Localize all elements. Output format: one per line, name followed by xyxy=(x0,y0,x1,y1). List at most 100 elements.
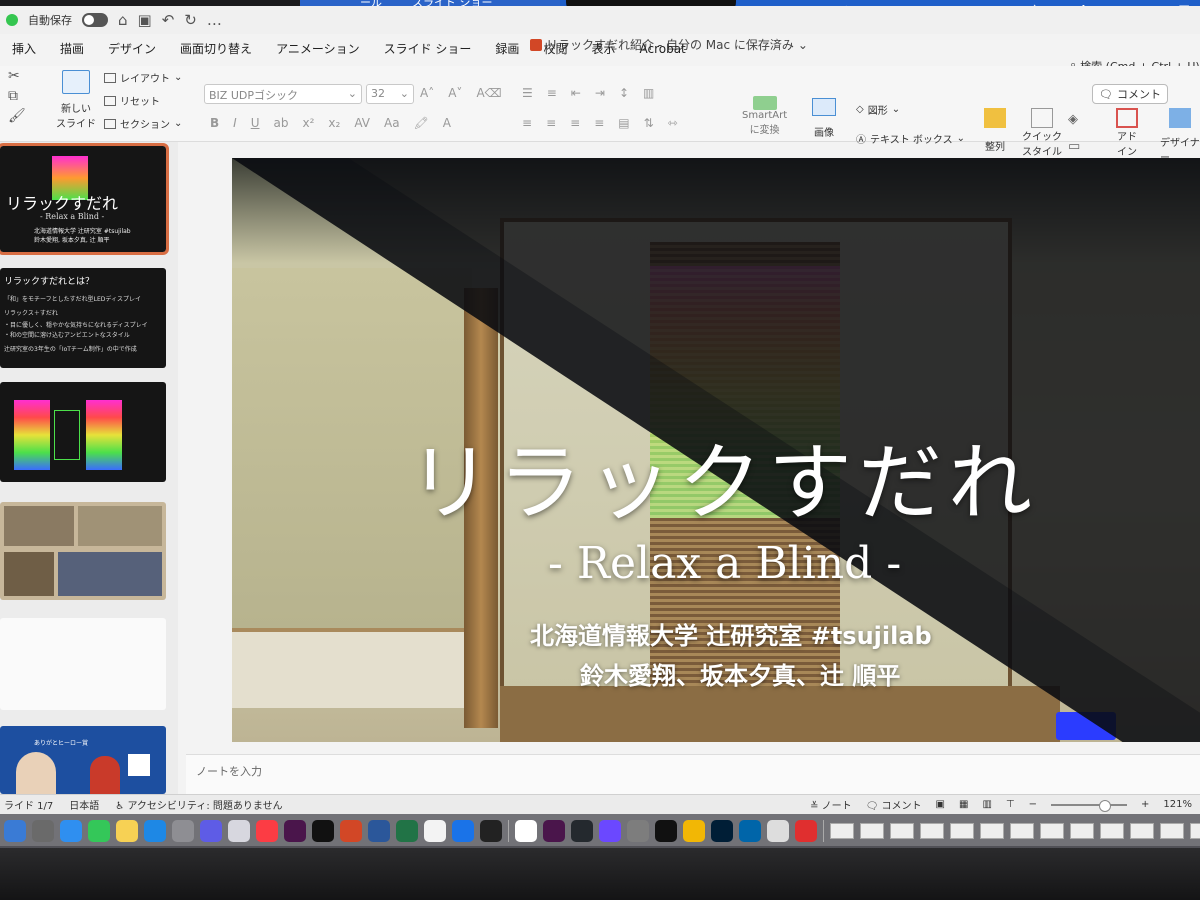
slide-thumbnail-pane[interactable]: リラックすだれ - Relax a Blind - 北海道情報大学 辻研究室 #… xyxy=(0,142,178,794)
settings-icon[interactable] xyxy=(172,820,194,842)
font-color-icon[interactable]: A xyxy=(443,116,451,130)
tab-transitions[interactable]: 画面切り替え xyxy=(168,38,264,60)
minimized-window[interactable] xyxy=(890,823,914,839)
align-left-icon[interactable]: ≡ xyxy=(522,116,532,130)
slide-thumbnail-4[interactable] xyxy=(0,502,166,600)
addins-button[interactable]: アド イン xyxy=(1116,108,1138,158)
zoom-in-icon[interactable]: + xyxy=(1141,799,1149,810)
font-size-select[interactable]: 32 ⌄ xyxy=(366,84,414,104)
shapes-button[interactable]: ◇ 図形 ⌄ xyxy=(856,102,965,117)
minimized-window[interactable] xyxy=(950,823,974,839)
slide-thumbnail-3[interactable] xyxy=(0,382,166,482)
notes-input[interactable]: ノートを入力 xyxy=(186,754,1200,794)
minimized-window[interactable] xyxy=(920,823,944,839)
minimized-window[interactable] xyxy=(980,823,1004,839)
minimized-window[interactable] xyxy=(830,823,854,839)
slide-thumbnail-6[interactable]: ありがとヒーロー賞 xyxy=(0,726,166,794)
app-icon[interactable] xyxy=(599,820,621,842)
slide-subtitle[interactable]: - Relax a Blind - xyxy=(548,538,901,589)
slide-title[interactable]: リラックすだれ xyxy=(408,416,1038,537)
tab-design[interactable]: デザイン xyxy=(96,38,168,60)
slide-thumbnail-2[interactable]: リラックすだれとは？ 「和」をモチーフとしたすだれ型LEDディスプレイ リラック… xyxy=(0,268,166,368)
underline-icon[interactable]: U xyxy=(251,116,260,130)
minimized-window[interactable] xyxy=(860,823,884,839)
app-icon[interactable] xyxy=(543,820,565,842)
superscript-icon[interactable]: x² xyxy=(302,116,314,130)
acrobat-icon[interactable] xyxy=(795,820,817,842)
language[interactable]: 日本語 xyxy=(69,797,99,812)
italic-icon[interactable]: I xyxy=(233,116,237,130)
tab-insert[interactable]: 挿入 xyxy=(0,38,48,60)
align-center-icon[interactable]: ≡ xyxy=(546,116,556,130)
textbox-button[interactable]: Ⓐ テキスト ボックス ⌄ xyxy=(856,131,965,146)
reset-button[interactable]: リセット xyxy=(104,93,182,108)
clear-format-icon[interactable]: A⌫ xyxy=(476,86,501,100)
reading-view-icon[interactable]: ▥ xyxy=(982,799,991,810)
undo-icon[interactable]: ↶ xyxy=(162,11,175,29)
designer-button[interactable]: デザイナー xyxy=(1160,108,1200,164)
chevron-down-icon[interactable]: ⌄ xyxy=(798,38,808,52)
tab-draw[interactable]: 描画 xyxy=(48,38,96,60)
windows-app-icon[interactable] xyxy=(515,820,537,842)
align-right-icon[interactable]: ≡ xyxy=(570,116,580,130)
zoom-level[interactable]: 121% xyxy=(1163,799,1192,810)
picture-button[interactable]: 画像 xyxy=(812,98,836,139)
tab-animations[interactable]: アニメーション xyxy=(264,38,372,60)
tab-record[interactable]: 録画 xyxy=(483,38,531,60)
line-spacing-icon[interactable]: ↕ xyxy=(619,86,629,100)
shape-fill-icon[interactable]: ◈ xyxy=(1068,112,1080,127)
distribute-icon[interactable]: ▤ xyxy=(618,116,629,130)
tab-view[interactable]: 表示 xyxy=(579,38,627,60)
accessibility-status[interactable]: ♿ アクセシビリティ: 問題ありません xyxy=(115,797,282,812)
activity-monitor-icon[interactable] xyxy=(312,820,334,842)
slide-authors[interactable]: 鈴木愛翔、坂本夕真、辻 順平 xyxy=(580,656,900,691)
subscript-icon[interactable]: x₂ xyxy=(328,116,340,130)
more-icon[interactable]: … xyxy=(207,11,222,29)
justify-icon[interactable]: ≡ xyxy=(594,116,604,130)
word-icon[interactable] xyxy=(368,820,390,842)
increase-indent-icon[interactable]: ⇥ xyxy=(595,86,605,100)
tab-acrobat[interactable]: Acrobat xyxy=(627,38,697,60)
music-icon[interactable] xyxy=(256,820,278,842)
autosave-toggle[interactable] xyxy=(82,13,108,27)
slide-affiliation[interactable]: 北海道情報大学 辻研究室 #tsujilab xyxy=(530,616,932,651)
strikethrough-icon[interactable]: ab xyxy=(274,116,289,130)
slide-thumbnail-1[interactable]: リラックすだれ - Relax a Blind - 北海道情報大学 辻研究室 #… xyxy=(0,143,169,255)
char-spacing-icon[interactable]: AV xyxy=(354,116,370,130)
launchpad-icon[interactable] xyxy=(32,820,54,842)
notes-app-icon[interactable] xyxy=(116,820,138,842)
change-case-icon[interactable]: Aa xyxy=(384,116,400,130)
app-icon[interactable] xyxy=(228,820,250,842)
tab-review[interactable]: 校閲 xyxy=(531,38,579,60)
bold-icon[interactable]: B xyxy=(210,116,219,130)
zoom-slider[interactable] xyxy=(1051,799,1128,812)
shape-outline-icon[interactable]: ▭ xyxy=(1068,139,1080,154)
github-icon[interactable] xyxy=(571,820,593,842)
app-icon[interactable] xyxy=(200,820,222,842)
minimized-window[interactable] xyxy=(1190,823,1200,839)
minimized-window[interactable] xyxy=(1070,823,1094,839)
bullets-icon[interactable]: ☰ xyxy=(522,86,533,100)
minimized-window[interactable] xyxy=(1100,823,1124,839)
chrome-icon[interactable] xyxy=(683,820,705,842)
zoom-out-icon[interactable]: − xyxy=(1029,799,1037,810)
photoshop-icon[interactable] xyxy=(711,820,733,842)
comments-toggle[interactable]: 🗨 コメント xyxy=(866,797,922,812)
app-icon[interactable] xyxy=(767,820,789,842)
window-zoom-button[interactable] xyxy=(6,14,18,26)
cut-icon[interactable]: ✂ xyxy=(8,68,26,84)
columns-icon[interactable]: ▥ xyxy=(643,86,654,100)
increase-font-icon[interactable]: A˄ xyxy=(420,86,434,100)
slide-thumbnail-5[interactable] xyxy=(0,618,166,710)
minimized-window[interactable] xyxy=(1130,823,1154,839)
slideshow-view-icon[interactable]: ⊤ xyxy=(1006,799,1015,810)
terminal-icon[interactable] xyxy=(655,820,677,842)
facetime-icon[interactable] xyxy=(88,820,110,842)
decrease-font-icon[interactable]: A˅ xyxy=(448,86,462,100)
layout-button[interactable]: レイアウト ⌄ xyxy=(104,70,182,85)
minimized-window[interactable] xyxy=(1160,823,1184,839)
slack-icon[interactable] xyxy=(284,820,306,842)
slide-canvas[interactable]: リラックすだれ - Relax a Blind - 北海道情報大学 辻研究室 #… xyxy=(232,158,1200,742)
text-direction-icon[interactable]: ⇅ xyxy=(644,116,654,130)
app-icon[interactable] xyxy=(627,820,649,842)
